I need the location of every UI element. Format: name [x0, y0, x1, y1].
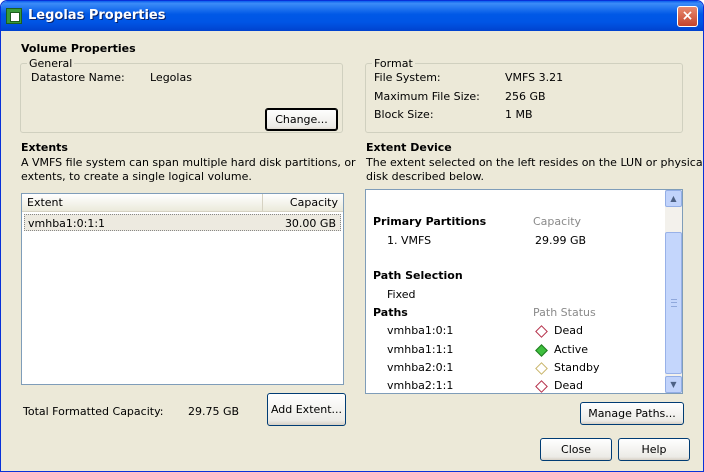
- max-file-size-value: 256 GB: [505, 90, 546, 103]
- column-header-extent[interactable]: Extent: [22, 194, 263, 212]
- add-extent-button[interactable]: Add Extent...: [267, 393, 346, 426]
- block-size-value: 1 MB: [505, 108, 533, 121]
- path-status-column-label: Path Status: [533, 306, 596, 319]
- path-name: vmhba2:1:1: [387, 379, 454, 392]
- title-bar[interactable]: Legolas Properties ×: [1, 1, 703, 31]
- dead-icon: [535, 380, 548, 393]
- capacity-cell: 30.00 GB: [284, 217, 336, 230]
- datastore-name-label: Datastore Name:: [31, 71, 125, 84]
- paths-label: Paths: [373, 306, 408, 319]
- extent-device-heading: Extent Device: [366, 141, 452, 154]
- format-legend: Format: [374, 57, 413, 70]
- dead-icon: [535, 325, 548, 338]
- capacity-column-label: Capacity: [533, 215, 582, 228]
- total-capacity-label: Total Formatted Capacity:: [23, 405, 164, 418]
- file-system-value: VMFS 3.21: [505, 71, 564, 84]
- extents-table[interactable]: Extent Capacity vmhba1:0:1:1 30.00 GB: [21, 193, 344, 385]
- path-status: Dead: [554, 324, 583, 337]
- extents-description-line2: extents, to create a single logical volu…: [21, 170, 252, 183]
- total-capacity-value: 29.75 GB: [188, 405, 240, 418]
- standby-icon: [535, 362, 548, 375]
- window-title: Legolas Properties: [28, 8, 166, 23]
- scroll-up-button[interactable]: ▲: [665, 190, 682, 207]
- close-window-button[interactable]: ×: [677, 6, 698, 27]
- vertical-scrollbar[interactable]: ▲ ▼: [665, 190, 682, 393]
- path-name: vmhba1:0:1: [387, 324, 454, 337]
- path-status: Dead: [554, 379, 583, 392]
- file-system-label: File System:: [374, 71, 441, 84]
- grip-icon: [671, 299, 677, 307]
- help-button[interactable]: Help: [618, 438, 690, 461]
- partition-capacity: 29.99 GB: [535, 234, 587, 247]
- general-legend: General: [29, 57, 73, 70]
- partition-name: 1. VMFS: [387, 234, 432, 247]
- extent-device-panel[interactable]: Primary Partitions Capacity 1. VMFS 29.9…: [365, 189, 683, 394]
- path-status: Active: [554, 343, 589, 356]
- path-name: vmhba1:1:1: [387, 343, 454, 356]
- max-file-size-label: Maximum File Size:: [374, 90, 480, 103]
- chevron-up-icon: ▲: [670, 194, 677, 203]
- extent-device-description-line1: The extent selected on the left resides …: [366, 156, 704, 169]
- active-icon: [535, 344, 548, 357]
- path-name: vmhba2:0:1: [387, 361, 454, 374]
- extents-heading: Extents: [21, 141, 68, 154]
- primary-partitions-label: Primary Partitions: [373, 215, 487, 228]
- close-icon: ×: [681, 8, 694, 24]
- extents-description-line1: A VMFS file system can span multiple har…: [21, 156, 356, 169]
- chevron-down-icon: ▼: [670, 380, 677, 389]
- scroll-thumb[interactable]: [665, 232, 682, 374]
- block-size-label: Block Size:: [374, 108, 434, 121]
- close-button[interactable]: Close: [540, 438, 612, 461]
- extent-device-description-line2: disk described below.: [366, 170, 484, 183]
- app-icon: [6, 8, 22, 24]
- extent-cell: vmhba1:0:1:1: [28, 217, 106, 230]
- path-status: Standby: [554, 361, 600, 374]
- manage-paths-button[interactable]: Manage Paths...: [580, 402, 684, 425]
- datastore-name-value: Legolas: [150, 71, 192, 84]
- column-header-capacity[interactable]: Capacity: [263, 194, 343, 212]
- properties-dialog: Legolas Properties × Volume Properties G…: [0, 0, 704, 472]
- volume-properties-heading: Volume Properties: [21, 42, 136, 55]
- scroll-down-button[interactable]: ▼: [665, 376, 682, 393]
- path-selection-value: Fixed: [387, 288, 416, 301]
- extents-table-header: Extent Capacity: [22, 194, 343, 212]
- table-row[interactable]: vmhba1:0:1:1 30.00 GB: [24, 214, 341, 231]
- path-selection-label: Path Selection: [373, 269, 463, 282]
- change-button[interactable]: Change...: [265, 108, 338, 131]
